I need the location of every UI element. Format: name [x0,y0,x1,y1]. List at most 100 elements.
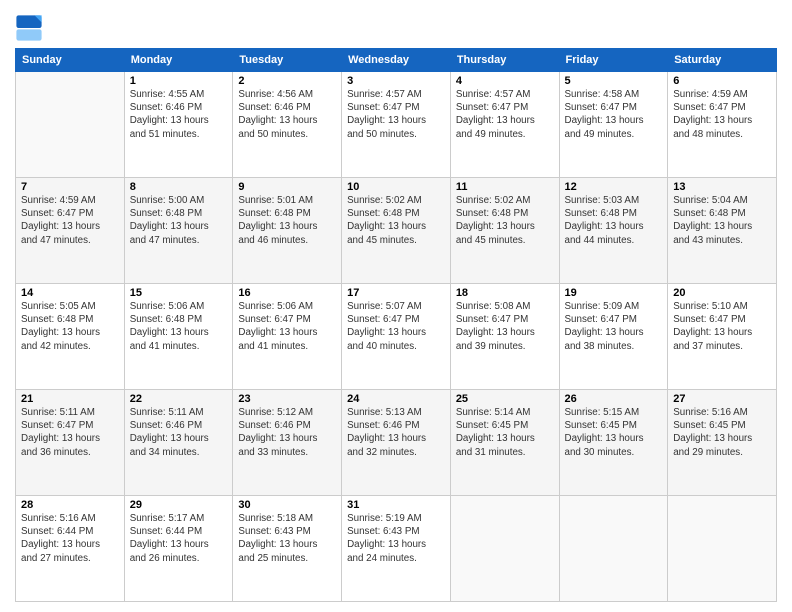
day-info: Sunrise: 5:00 AMSunset: 6:48 PMDaylight:… [130,194,228,247]
day-number: 25 [456,393,554,405]
day-info: Sunrise: 4:58 AMSunset: 6:47 PMDaylight:… [565,88,663,141]
calendar-cell: 11Sunrise: 5:02 AMSunset: 6:48 PMDayligh… [450,178,559,284]
calendar-cell: 2Sunrise: 4:56 AMSunset: 6:46 PMDaylight… [233,72,342,178]
calendar-cell [668,496,777,602]
day-info: Sunrise: 4:59 AMSunset: 6:47 PMDaylight:… [673,88,771,141]
calendar-header-monday: Monday [124,49,233,72]
day-info: Sunrise: 5:14 AMSunset: 6:45 PMDaylight:… [456,406,554,459]
page: SundayMondayTuesdayWednesdayThursdayFrid… [0,0,792,612]
day-number: 19 [565,287,663,299]
calendar-cell [450,496,559,602]
calendar-cell: 28Sunrise: 5:16 AMSunset: 6:44 PMDayligh… [16,496,125,602]
day-number: 30 [238,499,336,511]
day-number: 17 [347,287,445,299]
day-number: 11 [456,181,554,193]
day-number: 10 [347,181,445,193]
day-info: Sunrise: 4:57 AMSunset: 6:47 PMDaylight:… [347,88,445,141]
day-info: Sunrise: 5:18 AMSunset: 6:43 PMDaylight:… [238,512,336,565]
day-number: 29 [130,499,228,511]
calendar-week-row: 1Sunrise: 4:55 AMSunset: 6:46 PMDaylight… [16,72,777,178]
day-info: Sunrise: 5:02 AMSunset: 6:48 PMDaylight:… [456,194,554,247]
calendar-header-friday: Friday [559,49,668,72]
day-number: 21 [21,393,119,405]
day-number: 3 [347,75,445,87]
calendar-header-thursday: Thursday [450,49,559,72]
day-info: Sunrise: 5:13 AMSunset: 6:46 PMDaylight:… [347,406,445,459]
day-number: 5 [565,75,663,87]
calendar-cell: 27Sunrise: 5:16 AMSunset: 6:45 PMDayligh… [668,390,777,496]
calendar-cell: 21Sunrise: 5:11 AMSunset: 6:47 PMDayligh… [16,390,125,496]
calendar-cell: 13Sunrise: 5:04 AMSunset: 6:48 PMDayligh… [668,178,777,284]
calendar-cell: 15Sunrise: 5:06 AMSunset: 6:48 PMDayligh… [124,284,233,390]
calendar-cell: 22Sunrise: 5:11 AMSunset: 6:46 PMDayligh… [124,390,233,496]
day-number: 1 [130,75,228,87]
calendar-cell: 20Sunrise: 5:10 AMSunset: 6:47 PMDayligh… [668,284,777,390]
day-info: Sunrise: 5:16 AMSunset: 6:45 PMDaylight:… [673,406,771,459]
day-number: 9 [238,181,336,193]
calendar-week-row: 28Sunrise: 5:16 AMSunset: 6:44 PMDayligh… [16,496,777,602]
calendar-cell: 24Sunrise: 5:13 AMSunset: 6:46 PMDayligh… [342,390,451,496]
day-info: Sunrise: 5:10 AMSunset: 6:47 PMDaylight:… [673,300,771,353]
calendar-week-row: 7Sunrise: 4:59 AMSunset: 6:47 PMDaylight… [16,178,777,284]
day-number: 18 [456,287,554,299]
calendar-cell: 10Sunrise: 5:02 AMSunset: 6:48 PMDayligh… [342,178,451,284]
day-info: Sunrise: 4:57 AMSunset: 6:47 PMDaylight:… [456,88,554,141]
day-number: 13 [673,181,771,193]
calendar-cell: 6Sunrise: 4:59 AMSunset: 6:47 PMDaylight… [668,72,777,178]
day-number: 28 [21,499,119,511]
day-number: 23 [238,393,336,405]
header [15,10,777,42]
day-number: 27 [673,393,771,405]
calendar-cell: 1Sunrise: 4:55 AMSunset: 6:46 PMDaylight… [124,72,233,178]
day-info: Sunrise: 5:03 AMSunset: 6:48 PMDaylight:… [565,194,663,247]
logo [15,14,45,42]
calendar-cell: 30Sunrise: 5:18 AMSunset: 6:43 PMDayligh… [233,496,342,602]
day-number: 22 [130,393,228,405]
day-info: Sunrise: 5:09 AMSunset: 6:47 PMDaylight:… [565,300,663,353]
day-number: 15 [130,287,228,299]
day-info: Sunrise: 5:11 AMSunset: 6:47 PMDaylight:… [21,406,119,459]
day-info: Sunrise: 5:05 AMSunset: 6:48 PMDaylight:… [21,300,119,353]
calendar-week-row: 14Sunrise: 5:05 AMSunset: 6:48 PMDayligh… [16,284,777,390]
day-number: 24 [347,393,445,405]
calendar-cell: 8Sunrise: 5:00 AMSunset: 6:48 PMDaylight… [124,178,233,284]
calendar-table: SundayMondayTuesdayWednesdayThursdayFrid… [15,48,777,602]
day-number: 6 [673,75,771,87]
calendar-cell: 26Sunrise: 5:15 AMSunset: 6:45 PMDayligh… [559,390,668,496]
day-info: Sunrise: 4:59 AMSunset: 6:47 PMDaylight:… [21,194,119,247]
day-info: Sunrise: 4:56 AMSunset: 6:46 PMDaylight:… [238,88,336,141]
day-info: Sunrise: 4:55 AMSunset: 6:46 PMDaylight:… [130,88,228,141]
day-info: Sunrise: 5:12 AMSunset: 6:46 PMDaylight:… [238,406,336,459]
logo-icon [15,14,43,42]
day-info: Sunrise: 5:07 AMSunset: 6:47 PMDaylight:… [347,300,445,353]
calendar-cell [559,496,668,602]
day-info: Sunrise: 5:01 AMSunset: 6:48 PMDaylight:… [238,194,336,247]
day-info: Sunrise: 5:11 AMSunset: 6:46 PMDaylight:… [130,406,228,459]
calendar-cell [16,72,125,178]
calendar-cell: 18Sunrise: 5:08 AMSunset: 6:47 PMDayligh… [450,284,559,390]
calendar-cell: 4Sunrise: 4:57 AMSunset: 6:47 PMDaylight… [450,72,559,178]
calendar-cell: 23Sunrise: 5:12 AMSunset: 6:46 PMDayligh… [233,390,342,496]
day-number: 31 [347,499,445,511]
calendar-header-tuesday: Tuesday [233,49,342,72]
day-number: 26 [565,393,663,405]
calendar-cell: 29Sunrise: 5:17 AMSunset: 6:44 PMDayligh… [124,496,233,602]
day-info: Sunrise: 5:19 AMSunset: 6:43 PMDaylight:… [347,512,445,565]
calendar-cell: 3Sunrise: 4:57 AMSunset: 6:47 PMDaylight… [342,72,451,178]
day-info: Sunrise: 5:08 AMSunset: 6:47 PMDaylight:… [456,300,554,353]
calendar-cell: 7Sunrise: 4:59 AMSunset: 6:47 PMDaylight… [16,178,125,284]
calendar-cell: 25Sunrise: 5:14 AMSunset: 6:45 PMDayligh… [450,390,559,496]
day-number: 16 [238,287,336,299]
day-info: Sunrise: 5:16 AMSunset: 6:44 PMDaylight:… [21,512,119,565]
calendar-header-row: SundayMondayTuesdayWednesdayThursdayFrid… [16,49,777,72]
day-info: Sunrise: 5:06 AMSunset: 6:47 PMDaylight:… [238,300,336,353]
calendar-header-wednesday: Wednesday [342,49,451,72]
calendar-header-sunday: Sunday [16,49,125,72]
calendar-cell: 31Sunrise: 5:19 AMSunset: 6:43 PMDayligh… [342,496,451,602]
calendar-cell: 16Sunrise: 5:06 AMSunset: 6:47 PMDayligh… [233,284,342,390]
day-info: Sunrise: 5:15 AMSunset: 6:45 PMDaylight:… [565,406,663,459]
day-info: Sunrise: 5:04 AMSunset: 6:48 PMDaylight:… [673,194,771,247]
day-number: 2 [238,75,336,87]
calendar-week-row: 21Sunrise: 5:11 AMSunset: 6:47 PMDayligh… [16,390,777,496]
calendar-cell: 12Sunrise: 5:03 AMSunset: 6:48 PMDayligh… [559,178,668,284]
